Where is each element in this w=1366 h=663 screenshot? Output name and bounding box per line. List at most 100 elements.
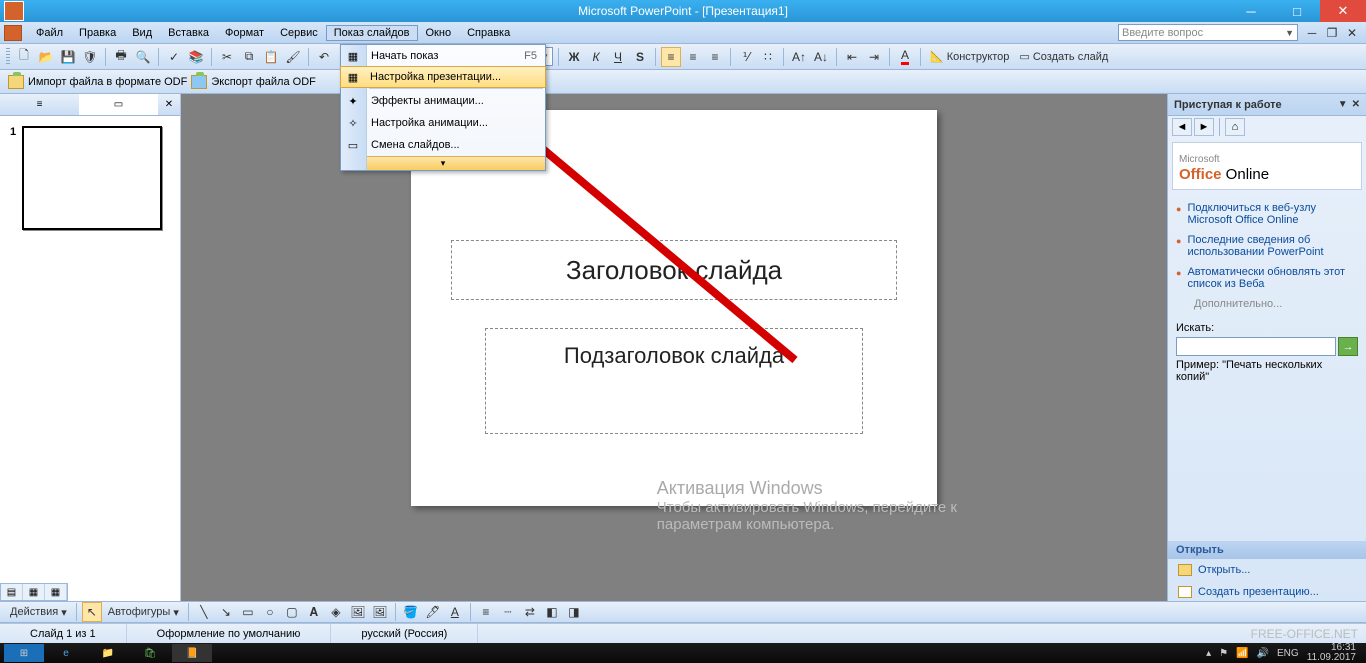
fill-color-tool[interactable]: 🪣: [401, 602, 421, 622]
tray-flag-icon[interactable]: ⚑: [1219, 648, 1228, 659]
preview-button[interactable]: 🔍: [133, 47, 153, 67]
tray-up-icon[interactable]: ▴: [1206, 648, 1211, 659]
link-more[interactable]: Дополнительно...: [1176, 294, 1358, 314]
menu-start-show[interactable]: ▦ Начать показ F5: [341, 45, 545, 67]
line-style-tool[interactable]: ≡: [476, 602, 496, 622]
menu-help[interactable]: Справка: [459, 25, 518, 41]
tray-lang[interactable]: ENG: [1277, 648, 1299, 659]
autoshapes-menu[interactable]: Автофигуры▾: [104, 602, 183, 622]
odf-import-button[interactable]: Импорт файла в формате ODF: [8, 75, 187, 89]
new-button[interactable]: 🗋: [14, 47, 34, 67]
open-link[interactable]: Открыть...: [1168, 559, 1366, 581]
3d-tool[interactable]: ◨: [564, 602, 584, 622]
menubar-logo[interactable]: [4, 25, 22, 41]
diagram-tool[interactable]: ◈: [326, 602, 346, 622]
align-right-button[interactable]: ≡: [705, 47, 725, 67]
ask-question-box[interactable]: Введите вопрос ▼: [1118, 24, 1298, 41]
tray-volume-icon[interactable]: 🔊: [1257, 648, 1269, 659]
underline-button[interactable]: Ч: [608, 47, 628, 67]
menu-format[interactable]: Формат: [217, 25, 272, 41]
taskbar-explorer[interactable]: 📁: [88, 644, 128, 662]
subtitle-placeholder[interactable]: Подзаголовок слайда: [485, 328, 863, 434]
menu-window[interactable]: Окно: [418, 25, 460, 41]
bold-button[interactable]: Ж: [564, 47, 584, 67]
link-news[interactable]: ●Последние сведения об использовании Pow…: [1176, 230, 1358, 262]
menu-insert[interactable]: Вставка: [160, 25, 217, 41]
slide-thumbnail[interactable]: 1: [10, 126, 170, 230]
nav-fwd-button[interactable]: ►: [1194, 118, 1214, 136]
tray-network-icon[interactable]: 📶: [1236, 648, 1248, 659]
dash-style-tool[interactable]: ┈: [498, 602, 518, 622]
increase-indent-button[interactable]: ⇥: [864, 47, 884, 67]
save-button[interactable]: 💾: [58, 47, 78, 67]
outline-tab[interactable]: ≡: [0, 94, 79, 115]
shadow-button[interactable]: S: [630, 47, 650, 67]
tray-clock[interactable]: 16:3111.09.2017: [1307, 643, 1356, 663]
menu-expand[interactable]: ▾: [341, 156, 545, 170]
toolbar-grip[interactable]: [6, 48, 10, 66]
font-color-button[interactable]: A: [895, 47, 915, 67]
nav-home-button[interactable]: ⌂: [1225, 118, 1245, 136]
select-tool[interactable]: ↖: [82, 602, 102, 622]
decrease-font-button[interactable]: A↓: [811, 47, 831, 67]
slide-editor[interactable]: Заголовок слайда Подзаголовок слайда Акт…: [181, 94, 1167, 603]
taskpane-close[interactable]: ✕: [1352, 99, 1360, 110]
create-link[interactable]: Создать презентацию...: [1168, 581, 1366, 603]
textbox-tool[interactable]: ▢: [282, 602, 302, 622]
actions-menu[interactable]: Действия▾: [6, 602, 71, 622]
close-pane-button[interactable]: ✕: [158, 94, 180, 115]
copy-button[interactable]: ⧉: [239, 47, 259, 67]
taskbar-powerpoint[interactable]: 📙: [172, 644, 212, 662]
taskbar-ie[interactable]: e: [46, 644, 86, 662]
increase-font-button[interactable]: A↑: [789, 47, 809, 67]
research-button[interactable]: 📚: [186, 47, 206, 67]
link-connect[interactable]: ●Подключиться к веб-узлу Microsoft Offic…: [1176, 198, 1358, 230]
shadow-tool[interactable]: ◧: [542, 602, 562, 622]
menu-slideshow[interactable]: Показ слайдов: [326, 25, 418, 41]
paste-button[interactable]: 📋: [261, 47, 281, 67]
font-color-tool[interactable]: A: [445, 602, 465, 622]
menu-animation-effects[interactable]: ✦ Эффекты анимации...: [341, 90, 545, 112]
mdi-minimize[interactable]: ─: [1302, 23, 1322, 43]
menu-custom-animation[interactable]: ✧ Настройка анимации...: [341, 112, 545, 134]
rect-tool[interactable]: ▭: [238, 602, 258, 622]
arrow-style-tool[interactable]: ⇄: [520, 602, 540, 622]
start-button[interactable]: ⊞: [4, 644, 44, 662]
align-center-button[interactable]: ≡: [683, 47, 703, 67]
mdi-restore[interactable]: ❐: [1322, 23, 1342, 43]
nav-back-button[interactable]: ◄: [1172, 118, 1192, 136]
clipart-tool[interactable]: 🖼: [348, 602, 368, 622]
align-left-button[interactable]: ≡: [661, 47, 681, 67]
print-button[interactable]: 🖶: [111, 47, 131, 67]
mdi-close[interactable]: ✕: [1342, 23, 1362, 43]
search-input[interactable]: [1176, 337, 1336, 356]
odf-export-button[interactable]: Экспорт файла ODF: [191, 75, 316, 89]
bullets-button[interactable]: ∷: [758, 47, 778, 67]
search-go-button[interactable]: →: [1338, 337, 1358, 356]
minimize-button[interactable]: ─: [1228, 0, 1274, 22]
link-update[interactable]: ●Автоматически обновлять этот список из …: [1176, 262, 1358, 294]
decrease-indent-button[interactable]: ⇤: [842, 47, 862, 67]
menu-edit[interactable]: Правка: [71, 25, 124, 41]
title-placeholder[interactable]: Заголовок слайда: [451, 240, 897, 300]
show-view-button[interactable]: ▦: [45, 584, 67, 600]
permission-button[interactable]: 🛡: [80, 47, 100, 67]
oval-tool[interactable]: ○: [260, 602, 280, 622]
format-painter-button[interactable]: 🖌: [283, 47, 303, 67]
numbering-button[interactable]: ⅟: [736, 47, 756, 67]
picture-tool[interactable]: 🖼: [370, 602, 390, 622]
arrow-tool[interactable]: ↘: [216, 602, 236, 622]
line-color-tool[interactable]: 🖊: [423, 602, 443, 622]
maximize-button[interactable]: □: [1274, 0, 1320, 22]
taskbar-store[interactable]: 🛍: [130, 644, 170, 662]
menu-setup-show[interactable]: ▦ Настройка презентации...: [340, 66, 546, 88]
slides-tab[interactable]: ▭: [79, 94, 158, 115]
spell-button[interactable]: ✓: [164, 47, 184, 67]
close-button[interactable]: ✕: [1320, 0, 1366, 22]
menu-slide-transition[interactable]: ▭ Смена слайдов...: [341, 134, 545, 156]
menu-view[interactable]: Вид: [124, 25, 160, 41]
open-button[interactable]: 📂: [36, 47, 56, 67]
menu-file[interactable]: Файл: [28, 25, 71, 41]
wordart-tool[interactable]: 𝐀: [304, 602, 324, 622]
line-tool[interactable]: ╲: [194, 602, 214, 622]
